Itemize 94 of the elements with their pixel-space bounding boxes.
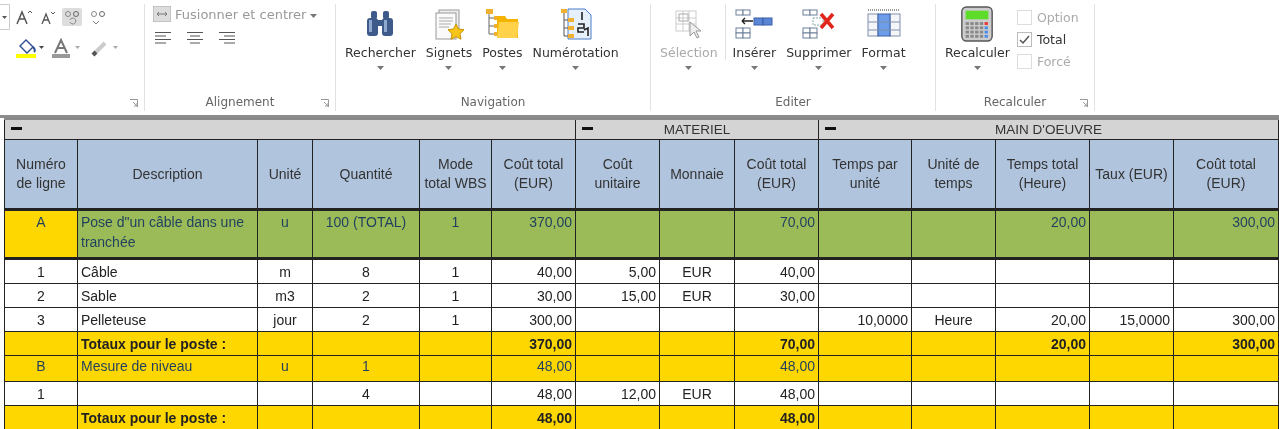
group-label: Navigation	[460, 95, 526, 109]
table-cell: 300,00	[1173, 331, 1279, 356]
table-cell: Sable	[77, 283, 258, 308]
caret-icon	[310, 13, 318, 18]
insert-cells-icon	[734, 6, 775, 42]
align-right-icon[interactable]	[219, 32, 235, 44]
grow-font-icon[interactable]	[16, 9, 34, 25]
table-cell: 1	[4, 381, 78, 406]
caret-icon	[880, 66, 887, 70]
caret-icon	[572, 66, 580, 70]
delete-cells-icon	[800, 6, 837, 42]
table-cell: 40,00	[491, 258, 576, 284]
text-style-icon[interactable]	[62, 8, 82, 26]
column-header: Description	[77, 139, 258, 210]
align-center-icon[interactable]	[187, 32, 203, 44]
group-label: Alignement	[205, 95, 275, 109]
ribbon-button[interactable]: Rechercher	[342, 4, 419, 72]
table-cell: 5,00	[575, 258, 660, 284]
table-cell: Totaux pour le poste :	[77, 405, 258, 429]
group-label: Editer	[775, 95, 811, 109]
table-cell: 20,00	[995, 307, 1090, 332]
ribbon-button[interactable]: Format	[858, 4, 909, 72]
table-cell: 300,00	[1173, 209, 1279, 259]
column-header: Coût total (EUR)	[734, 139, 819, 210]
column-header: Unité de temps	[911, 139, 996, 210]
column-header: Numéro de ligne	[4, 139, 78, 210]
caret-icon	[750, 66, 758, 70]
dialog-launcher-icon[interactable]	[321, 99, 329, 107]
recalculate-button[interactable]: Recalculer	[942, 4, 1013, 72]
column-header: Monnaie	[659, 139, 735, 210]
table-cell: 48,00	[734, 355, 819, 382]
table-cell: 370,00	[491, 209, 576, 259]
ribbon-button[interactable]: Insérer	[729, 4, 780, 72]
ribbon-button[interactable]: Numérotation	[529, 4, 622, 72]
column-header: Coût unitaire	[575, 139, 660, 210]
numbered-tree-icon	[559, 6, 592, 42]
column-header: Quantité	[312, 139, 420, 210]
ribbon-button[interactable]: Postes	[479, 4, 526, 72]
ribbon-button[interactable]: Signets	[422, 4, 476, 72]
table-cell: 48,00	[491, 355, 576, 382]
align-left-icon[interactable]	[155, 32, 171, 44]
column-header: Taux (EUR)	[1089, 139, 1174, 210]
table-cell: 20,00	[995, 331, 1090, 356]
table-cell: 70,00	[734, 209, 819, 259]
shrink-font-icon[interactable]	[40, 9, 56, 25]
table-cell: 2	[312, 307, 420, 332]
table-cell: 40,00	[734, 258, 819, 284]
table-cell: 2	[312, 283, 420, 308]
caret-icon	[973, 66, 981, 70]
caret-icon	[376, 66, 384, 70]
section-header: MATERIEL	[575, 119, 819, 140]
column-header: Unité	[257, 139, 313, 210]
table-cell: 3	[4, 307, 78, 332]
dropdown-icon[interactable]	[0, 4, 10, 30]
caret-icon	[685, 66, 693, 70]
table-cell: 20,00	[995, 209, 1090, 259]
group-label: Recalculer	[983, 95, 1047, 109]
table-cell: 4	[312, 381, 420, 406]
column-header: Coût total (EUR)	[1173, 139, 1279, 210]
document-star-icon	[433, 6, 465, 42]
fill-color-icon[interactable]	[16, 38, 44, 58]
clear-style-icon[interactable]	[88, 8, 108, 26]
checkbox[interactable]: Total	[1016, 32, 1079, 47]
table-cell: Pose d"un câble dans une tranchée	[77, 209, 258, 259]
table-cell: 10,0000	[818, 307, 912, 332]
table-cell: 2	[4, 283, 78, 308]
dialog-launcher-icon[interactable]	[130, 99, 138, 107]
check-icon	[1018, 34, 1030, 45]
table-cell: 1	[419, 209, 492, 259]
column-header: Temps par unité	[818, 139, 912, 210]
table-cell: 1	[4, 258, 78, 284]
table-cell: 300,00	[1173, 307, 1279, 332]
table-cell: Câble	[77, 258, 258, 284]
table-cell: u	[257, 209, 313, 259]
section-header: MAIN D'OEUVRE	[818, 119, 1279, 140]
column-header: Temps total (Heure)	[995, 139, 1090, 210]
table-cell: 100 (TOTAL)	[312, 209, 420, 259]
table-cell: Pelleteuse	[77, 307, 258, 332]
caret-icon	[498, 66, 506, 70]
calculator-icon	[960, 6, 995, 42]
caret-icon	[815, 66, 823, 70]
table-cell: 8	[312, 258, 420, 284]
font-color-icon[interactable]	[52, 38, 82, 58]
table-cell: A	[4, 209, 78, 259]
table-cell: Totaux pour le poste :	[77, 331, 258, 356]
table-cell: B	[4, 355, 78, 382]
table-cell: 1	[312, 355, 420, 382]
caret-icon	[445, 66, 453, 70]
ribbon-button[interactable]: Supprimer	[783, 4, 855, 72]
column-header: Mode total WBS	[419, 139, 492, 210]
merge-cells-icon	[153, 6, 171, 22]
dialog-launcher-icon[interactable]	[1080, 99, 1088, 107]
column-header: Coût total (EUR)	[491, 139, 576, 210]
table-cell: Mesure de niveau	[77, 355, 258, 382]
